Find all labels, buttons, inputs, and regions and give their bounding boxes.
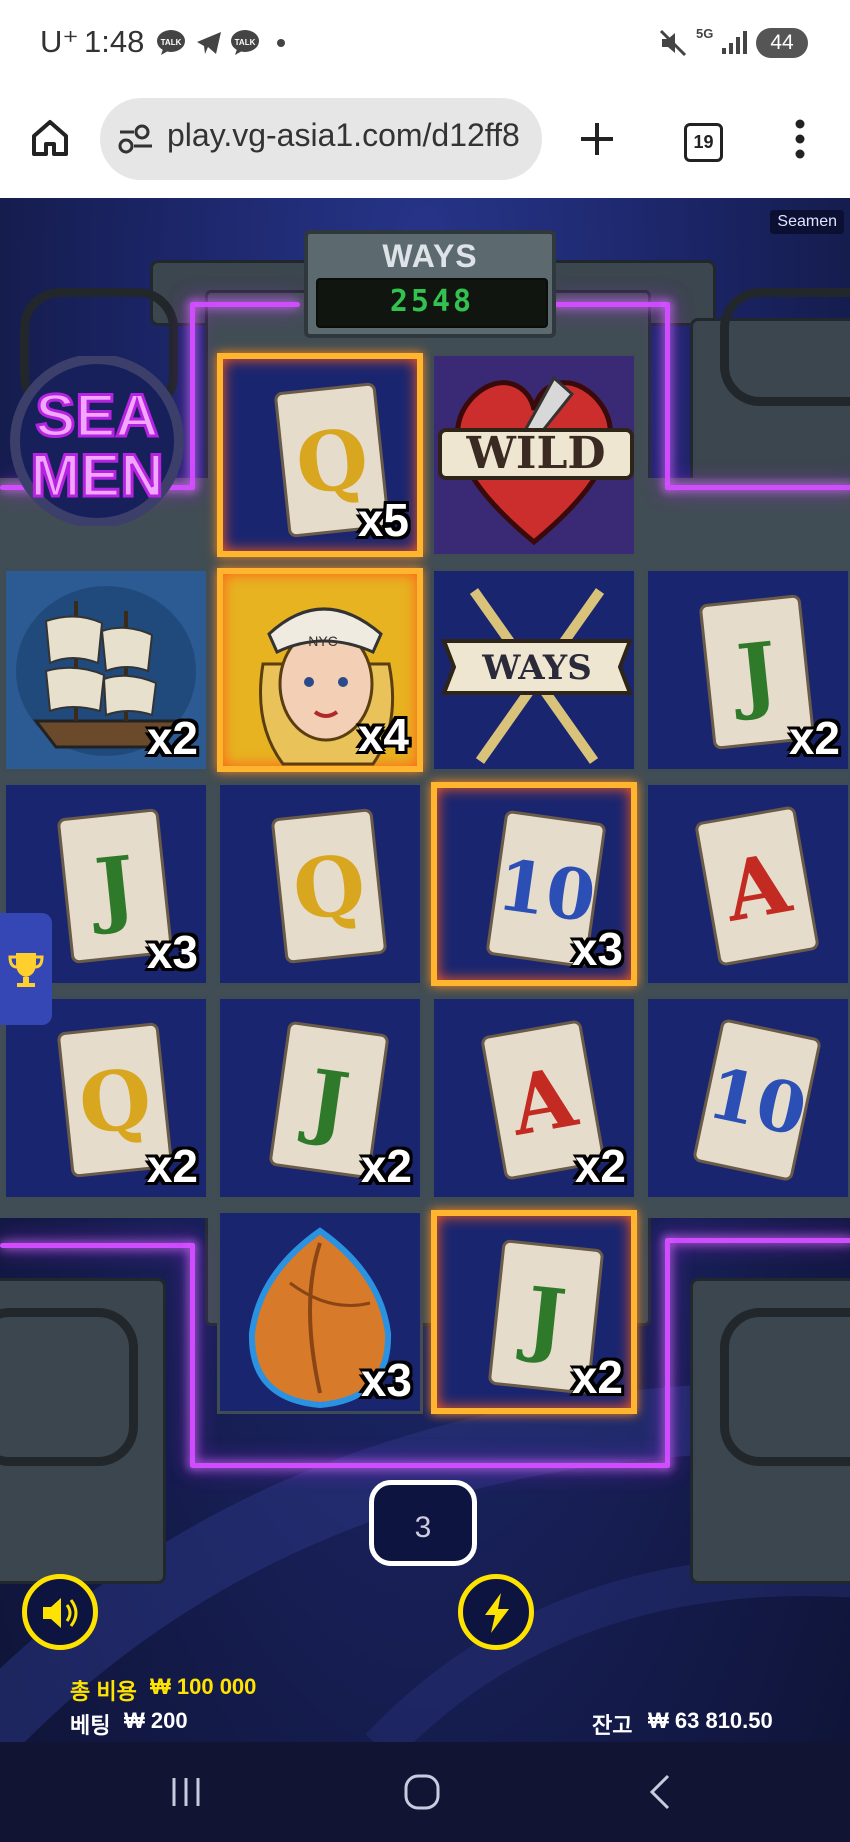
kakaotalk-icon: TALK bbox=[157, 30, 185, 55]
bet-label: 베팅 bbox=[70, 1713, 111, 1738]
browser-toolbar: play.vg-asia1.com/d12ff8 19 bbox=[0, 88, 850, 198]
pipe-left-bottom bbox=[0, 1308, 138, 1466]
reel-cell-r2c1[interactable]: x2 bbox=[3, 568, 209, 772]
card-letter: 10 bbox=[701, 1050, 814, 1153]
logo-text-sea: SEA bbox=[35, 382, 158, 449]
reel-cell-r1c2[interactable]: Q x5 bbox=[217, 353, 423, 557]
balance-value: ₩ 63 810.50 bbox=[648, 1708, 773, 1733]
ways-banner-text: WAYS bbox=[481, 648, 592, 688]
carrier-label: U⁺ bbox=[40, 24, 79, 59]
ways-swords-icon: WAYS bbox=[441, 588, 633, 764]
pipe-right bbox=[720, 288, 850, 406]
sound-button[interactable] bbox=[22, 1574, 98, 1650]
ways-label: WAYS bbox=[382, 238, 478, 274]
ways-value: 2548 bbox=[389, 284, 475, 319]
card-symbol: A bbox=[694, 805, 820, 967]
balance-label: 잔고 bbox=[592, 1713, 633, 1738]
wild-heart-icon: WILD bbox=[438, 375, 634, 546]
reel-cell-r4c2[interactable]: J x2 bbox=[217, 996, 423, 1200]
telegram-icon bbox=[197, 32, 221, 54]
seamen-logo: SEA MEN bbox=[10, 356, 184, 526]
free-spins-counter: 3 bbox=[369, 1480, 477, 1566]
total-cost-label: 총 비용 bbox=[70, 1679, 137, 1704]
system-navigation-bar bbox=[0, 1742, 850, 1842]
multiplier-label: x3 bbox=[146, 926, 198, 978]
multiplier-label: x2 bbox=[571, 1351, 623, 1403]
ways-counter: WAYS 2548 bbox=[304, 230, 556, 338]
back-icon[interactable] bbox=[646, 1772, 674, 1812]
tab-switcher-button[interactable]: 19 bbox=[684, 123, 723, 162]
more-menu-icon[interactable] bbox=[790, 118, 810, 160]
reel-cell-r3c2[interactable]: Q bbox=[217, 782, 423, 986]
multiplier-label: x2 bbox=[146, 712, 198, 764]
pipe-right-bottom bbox=[720, 1308, 850, 1466]
neon-line bbox=[665, 1238, 670, 1468]
neon-line bbox=[0, 1243, 195, 1248]
svg-text:TALK: TALK bbox=[161, 38, 182, 47]
kakaotalk-icon: TALK bbox=[231, 30, 259, 55]
reel-cell-r2c3[interactable]: WAYS bbox=[431, 568, 637, 772]
multiplier-label: x5 bbox=[357, 494, 409, 546]
card-letter: A bbox=[717, 835, 798, 941]
recent-apps-icon[interactable] bbox=[168, 1774, 204, 1810]
url-text[interactable]: play.vg-asia1.com/d12ff8 bbox=[167, 117, 529, 154]
total-cost-value: ₩ 100 000 bbox=[150, 1674, 257, 1699]
home-icon[interactable] bbox=[30, 118, 70, 158]
multiplier-label: x2 bbox=[146, 1140, 198, 1192]
bet-value: ₩ 200 bbox=[124, 1708, 188, 1733]
neon-line bbox=[190, 1463, 670, 1468]
speaker-icon bbox=[43, 1598, 78, 1628]
reel-cell-r4c1[interactable]: Q x2 bbox=[3, 996, 209, 1200]
reel-cell-r3c4[interactable]: A bbox=[645, 782, 850, 986]
card-symbol: 10 bbox=[691, 1017, 823, 1183]
card-symbol: Q bbox=[270, 808, 388, 964]
turbo-button[interactable] bbox=[458, 1574, 534, 1650]
home-nav-icon[interactable] bbox=[402, 1772, 442, 1812]
multiplier-label: x3 bbox=[571, 923, 623, 975]
clock: 1:48 bbox=[84, 24, 145, 59]
logo-text-men: MEN bbox=[30, 442, 163, 509]
reel-cell-r5c2[interactable]: x3 bbox=[217, 1210, 423, 1414]
lightning-icon bbox=[485, 1593, 509, 1633]
reel-cell-r2c2[interactable]: NYC x4 bbox=[217, 568, 423, 772]
battery-indicator: 44 bbox=[756, 28, 808, 58]
notification-dot-icon bbox=[277, 39, 285, 47]
wild-text: WILD bbox=[465, 428, 605, 479]
site-settings-icon[interactable] bbox=[118, 122, 154, 156]
game-name-tag: Seamen bbox=[770, 210, 844, 234]
svg-text:TALK: TALK bbox=[235, 38, 256, 47]
trophy-icon bbox=[8, 953, 44, 987]
neon-line bbox=[190, 1243, 195, 1467]
neon-line bbox=[665, 302, 670, 490]
new-tab-icon[interactable] bbox=[578, 120, 616, 158]
multiplier-label: x4 bbox=[357, 709, 409, 761]
multiplier-label: x2 bbox=[574, 1140, 626, 1192]
card-letter: Q bbox=[288, 836, 370, 940]
reel-cell-r2c4[interactable]: J x2 bbox=[645, 568, 850, 772]
neon-line bbox=[665, 485, 850, 490]
slot-game[interactable]: Seamen WAYS 2548 SEA MEN Q x5 WILD x2 NY… bbox=[0, 198, 850, 1742]
neon-line bbox=[665, 1238, 850, 1243]
signal-icon bbox=[722, 31, 747, 54]
leaderboard-tab[interactable] bbox=[0, 913, 52, 1025]
reel-cell-r4c4[interactable]: 10 bbox=[645, 996, 850, 1200]
multiplier-label: x3 bbox=[360, 1354, 412, 1406]
reel-cell-r3c3[interactable]: 10 x3 bbox=[431, 782, 637, 986]
multiplier-label: x2 bbox=[360, 1140, 412, 1192]
reel-cell-r1c3[interactable]: WILD bbox=[431, 353, 637, 557]
reel-cell-r5c3[interactable]: J x2 bbox=[431, 1210, 637, 1414]
mute-icon bbox=[659, 29, 687, 57]
status-bar: U⁺ 1:48 TALK TALK 5G 44 bbox=[0, 0, 850, 88]
network-type: 5G bbox=[696, 26, 714, 41]
address-bar[interactable]: play.vg-asia1.com/d12ff8 bbox=[100, 98, 542, 180]
sailor-cap-text: NYC bbox=[308, 633, 338, 649]
ways-display: 2548 bbox=[316, 278, 548, 328]
neon-line bbox=[190, 302, 300, 307]
multiplier-label: x2 bbox=[788, 712, 840, 764]
reel-cell-r4c3[interactable]: A x2 bbox=[431, 996, 637, 1200]
neon-line bbox=[550, 302, 670, 307]
